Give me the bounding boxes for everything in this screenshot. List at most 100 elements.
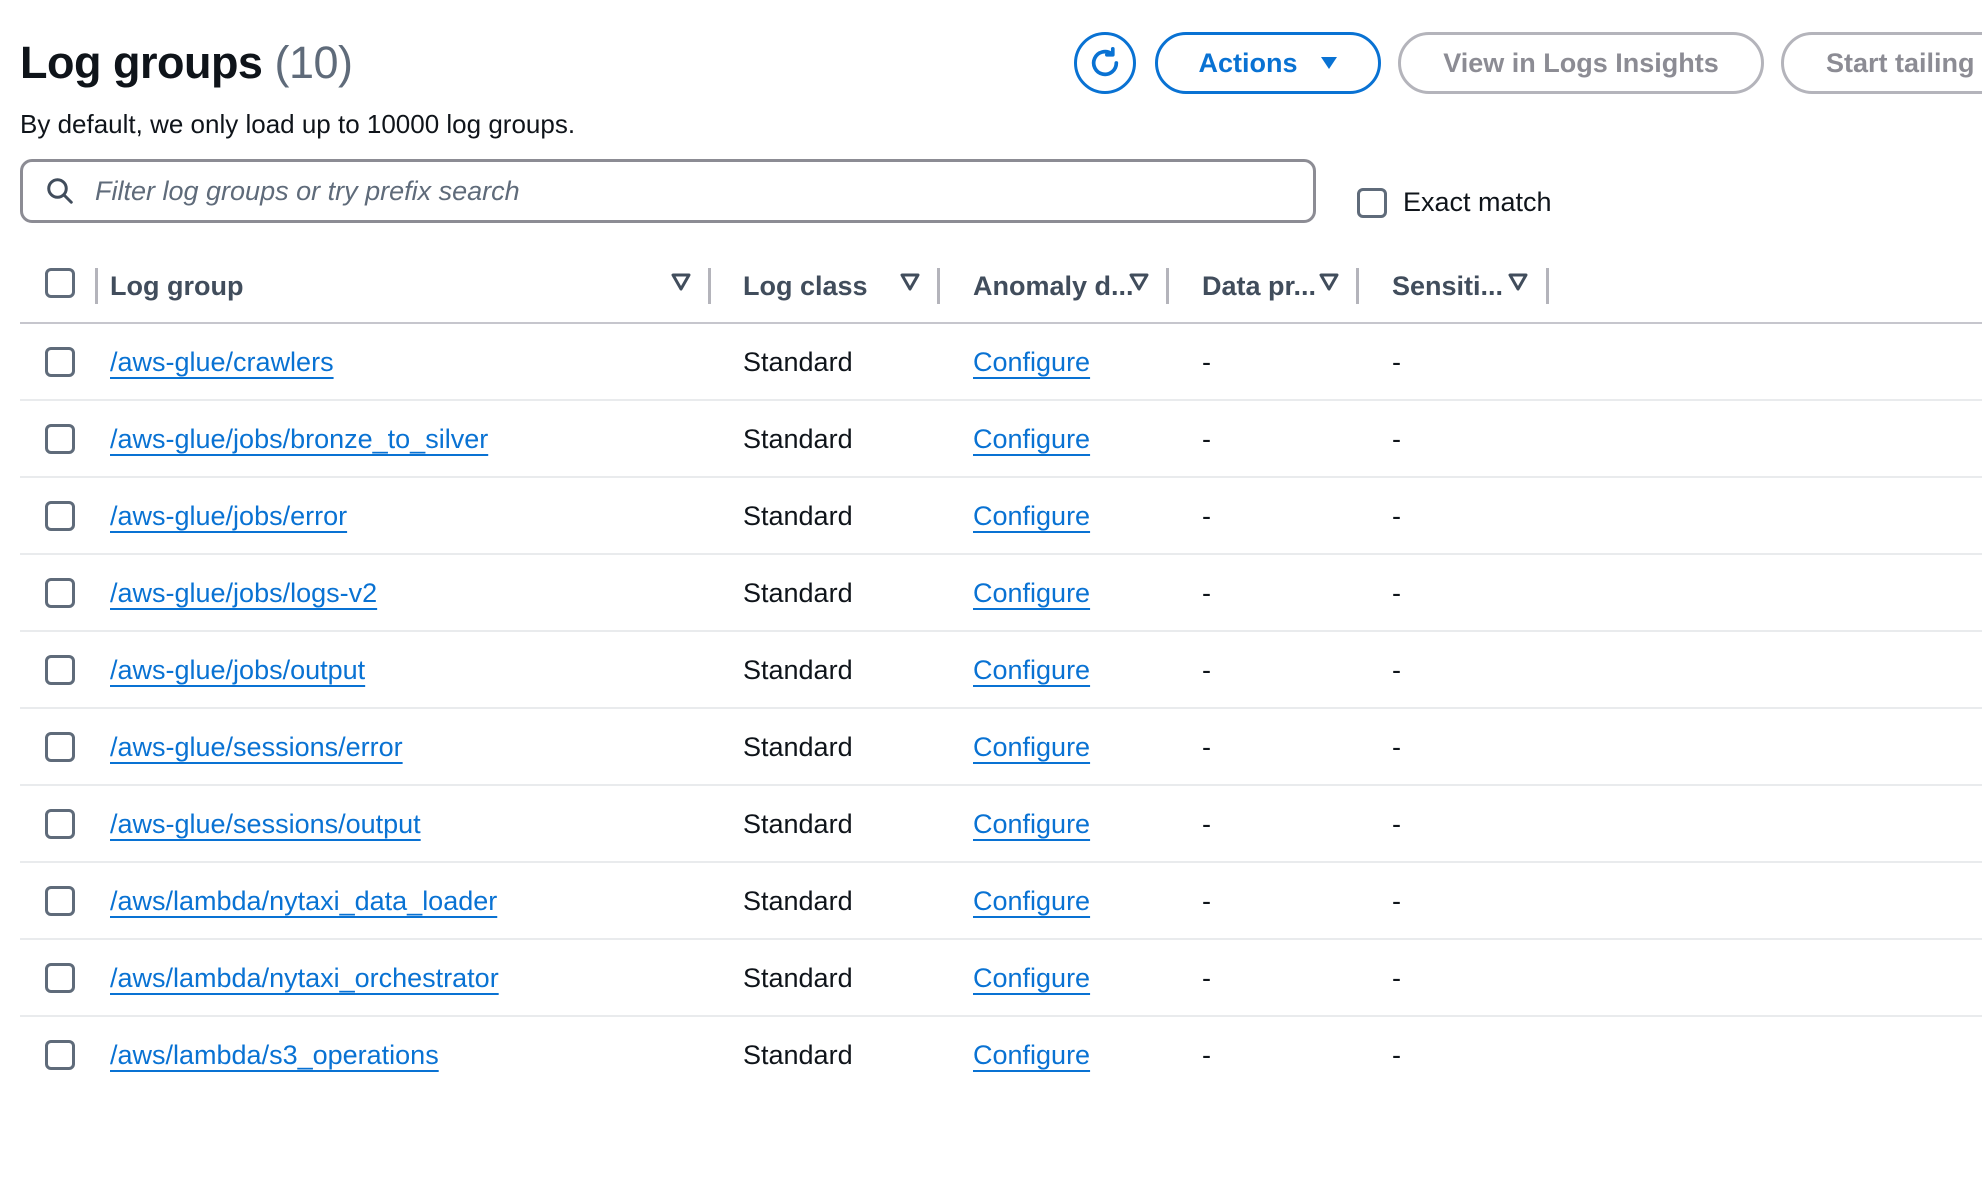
sensitive-data-cell: -: [1392, 963, 1401, 993]
column-header-log-group[interactable]: Log group: [110, 250, 243, 322]
actions-button[interactable]: Actions: [1155, 32, 1381, 94]
log-group-link[interactable]: /aws-glue/crawlers: [110, 347, 334, 378]
caret-down-icon: [1320, 57, 1337, 69]
row-checkbox[interactable]: [45, 655, 75, 685]
sensitive-data-cell: -: [1392, 655, 1401, 685]
sensitive-data-cell: -: [1392, 1040, 1401, 1070]
column-separator[interactable]: [1356, 268, 1359, 304]
filter-search-input[interactable]: [93, 174, 1277, 208]
table-row: /aws-glue/jobs/error Standard Configure …: [20, 478, 1982, 555]
configure-anomaly-link[interactable]: Configure: [973, 732, 1090, 763]
sort-icon[interactable]: [671, 273, 691, 291]
column-header-sensitive-data[interactable]: Sensiti...: [1392, 250, 1503, 322]
row-checkbox[interactable]: [45, 347, 75, 377]
table-header: Log group Log class Anomaly d... Data pr…: [20, 250, 1982, 324]
data-protection-cell: -: [1202, 886, 1211, 916]
view-in-logs-insights-button[interactable]: View in Logs Insights: [1398, 32, 1764, 94]
data-protection-cell: -: [1202, 809, 1211, 839]
row-checkbox[interactable]: [45, 424, 75, 454]
exact-match-checkbox-box[interactable]: [1357, 187, 1387, 218]
search-icon: [47, 178, 73, 204]
column-header-label: Log group: [110, 270, 244, 301]
start-tailing-label: Start tailing: [1826, 47, 1975, 78]
sensitive-data-cell: -: [1392, 501, 1401, 531]
exact-match-checkbox[interactable]: Exact match: [1357, 187, 1552, 218]
configure-anomaly-link[interactable]: Configure: [973, 424, 1090, 455]
table-row: /aws/lambda/nytaxi_orchestrator Standard…: [20, 940, 1982, 1017]
actions-button-label: Actions: [1198, 47, 1298, 78]
log-group-link[interactable]: /aws-glue/jobs/logs-v2: [110, 578, 377, 609]
column-separator[interactable]: [937, 268, 940, 304]
data-protection-cell: -: [1202, 963, 1211, 993]
refresh-icon: [1091, 46, 1119, 77]
row-checkbox[interactable]: [45, 578, 75, 608]
configure-anomaly-link[interactable]: Configure: [973, 886, 1090, 917]
start-tailing-button[interactable]: Start tailing: [1781, 32, 1982, 94]
table-row: /aws-glue/sessions/output Standard Confi…: [20, 786, 1982, 863]
table-row: /aws-glue/jobs/output Standard Configure…: [20, 632, 1982, 709]
column-header-label: Sensiti...: [1392, 270, 1504, 301]
log-class-cell: Standard: [743, 424, 853, 454]
refresh-button[interactable]: [1074, 32, 1136, 94]
sort-icon[interactable]: [1129, 273, 1149, 291]
page-title-text: Log groups: [20, 37, 263, 88]
log-group-link[interactable]: /aws-glue/jobs/output: [110, 655, 365, 686]
log-group-link[interactable]: /aws-glue/sessions/output: [110, 809, 421, 840]
column-header-log-class[interactable]: Log class: [743, 250, 868, 322]
log-class-cell: Standard: [743, 963, 853, 993]
configure-anomaly-link[interactable]: Configure: [973, 809, 1090, 840]
table-row: /aws/lambda/s3_operations Standard Confi…: [20, 1017, 1982, 1094]
table-row: /aws-glue/jobs/bronze_to_silver Standard…: [20, 401, 1982, 478]
configure-anomaly-link[interactable]: Configure: [973, 347, 1090, 378]
log-groups-table: Log group Log class Anomaly d... Data pr…: [20, 250, 1982, 1094]
configure-anomaly-link[interactable]: Configure: [973, 655, 1090, 686]
configure-anomaly-link[interactable]: Configure: [973, 1040, 1090, 1071]
sensitive-data-cell: -: [1392, 578, 1401, 608]
column-header-data-protection[interactable]: Data pr...: [1202, 250, 1316, 322]
log-class-cell: Standard: [743, 578, 853, 608]
log-class-cell: Standard: [743, 809, 853, 839]
sensitive-data-cell: -: [1392, 424, 1401, 454]
sensitive-data-cell: -: [1392, 886, 1401, 916]
column-separator[interactable]: [708, 268, 711, 304]
configure-anomaly-link[interactable]: Configure: [973, 963, 1090, 994]
log-group-link[interactable]: /aws/lambda/s3_operations: [110, 1040, 439, 1071]
filter-search-box[interactable]: [20, 159, 1316, 223]
log-group-link[interactable]: /aws-glue/jobs/bronze_to_silver: [110, 424, 488, 455]
log-class-cell: Standard: [743, 1040, 853, 1070]
table-row: /aws/lambda/nytaxi_data_loader Standard …: [20, 863, 1982, 940]
data-protection-cell: -: [1202, 1040, 1211, 1070]
column-separator[interactable]: [1166, 268, 1169, 304]
column-header-anomaly-detection[interactable]: Anomaly d...: [973, 250, 1134, 322]
column-header-label: Data pr...: [1202, 270, 1317, 301]
log-group-link[interactable]: /aws/lambda/nytaxi_orchestrator: [110, 963, 499, 994]
exact-match-label: Exact match: [1403, 187, 1552, 217]
column-header-label: Anomaly d...: [973, 270, 1134, 301]
row-checkbox[interactable]: [45, 886, 75, 916]
sensitive-data-cell: -: [1392, 732, 1401, 762]
column-separator[interactable]: [1546, 268, 1549, 304]
sort-icon[interactable]: [1508, 273, 1528, 291]
page-title: Log groups (10): [20, 36, 353, 90]
data-protection-cell: -: [1202, 424, 1211, 454]
log-group-count: (10): [274, 37, 353, 88]
select-all-checkbox[interactable]: [45, 268, 75, 298]
sort-icon[interactable]: [1319, 273, 1339, 291]
table-row: /aws-glue/jobs/logs-v2 Standard Configur…: [20, 555, 1982, 632]
table-row: /aws-glue/sessions/error Standard Config…: [20, 709, 1982, 786]
row-checkbox[interactable]: [45, 732, 75, 762]
row-checkbox[interactable]: [45, 1040, 75, 1070]
configure-anomaly-link[interactable]: Configure: [973, 501, 1090, 532]
sort-icon[interactable]: [900, 273, 920, 291]
row-checkbox[interactable]: [45, 963, 75, 993]
row-checkbox[interactable]: [45, 809, 75, 839]
log-group-link[interactable]: /aws-glue/jobs/error: [110, 501, 347, 532]
configure-anomaly-link[interactable]: Configure: [973, 578, 1090, 609]
row-checkbox[interactable]: [45, 501, 75, 531]
log-group-link[interactable]: /aws-glue/sessions/error: [110, 732, 403, 763]
view-in-logs-insights-label: View in Logs Insights: [1443, 47, 1719, 78]
log-class-cell: Standard: [743, 732, 853, 762]
table-row: /aws-glue/crawlers Standard Configure - …: [20, 324, 1982, 401]
log-class-cell: Standard: [743, 886, 853, 916]
log-group-link[interactable]: /aws/lambda/nytaxi_data_loader: [110, 886, 497, 917]
